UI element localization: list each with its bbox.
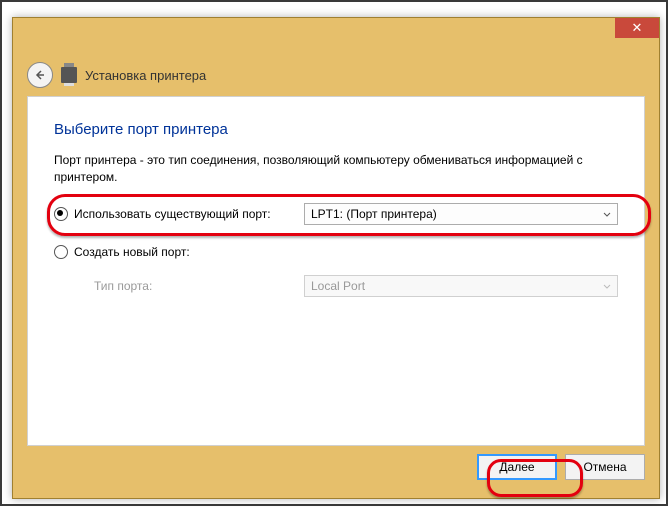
screenshot-frame: ✕ Установка принтера Выберите порт принт… (0, 0, 668, 506)
existing-port-combo[interactable]: LPT1: (Порт принтера) (304, 203, 618, 225)
close-button[interactable]: ✕ (615, 18, 659, 38)
content-panel: Выберите порт принтера Порт принтера - э… (27, 96, 645, 446)
header-area: Установка принтера (27, 58, 645, 92)
close-icon: ✕ (632, 20, 643, 35)
next-button-label: Далее (499, 460, 534, 474)
existing-port-value: LPT1: (Порт принтера) (311, 207, 437, 221)
wizard-window: ✕ Установка принтера Выберите порт принт… (12, 17, 660, 499)
option-existing-row: Использовать существующий порт: LPT1: (П… (54, 199, 618, 229)
button-row: Далее Отмена (27, 454, 645, 484)
radio-existing-label: Использовать существующий порт: (74, 207, 271, 221)
next-button[interactable]: Далее (477, 454, 557, 480)
page-heading: Выберите порт принтера (54, 121, 618, 138)
back-arrow-icon (34, 69, 46, 81)
page-description: Порт принтера - это тип соединения, позв… (54, 152, 618, 187)
chevron-down-icon (603, 207, 611, 221)
radio-existing-port[interactable] (54, 207, 68, 221)
printer-icon (61, 67, 77, 83)
titlebar: ✕ (13, 18, 659, 46)
radio-new-port[interactable] (54, 245, 68, 259)
port-type-row: Тип порта: Local Port (54, 271, 618, 301)
option-new-row: Создать новый порт: (54, 237, 618, 267)
cancel-button-label: Отмена (583, 460, 626, 474)
chevron-down-icon (603, 279, 611, 293)
back-button[interactable] (27, 62, 53, 88)
port-type-combo: Local Port (304, 275, 618, 297)
radio-new-label: Создать новый порт: (74, 245, 190, 259)
cancel-button[interactable]: Отмена (565, 454, 645, 480)
port-type-value: Local Port (311, 279, 365, 293)
wizard-title: Установка принтера (85, 68, 206, 83)
port-type-label: Тип порта: (94, 279, 152, 293)
